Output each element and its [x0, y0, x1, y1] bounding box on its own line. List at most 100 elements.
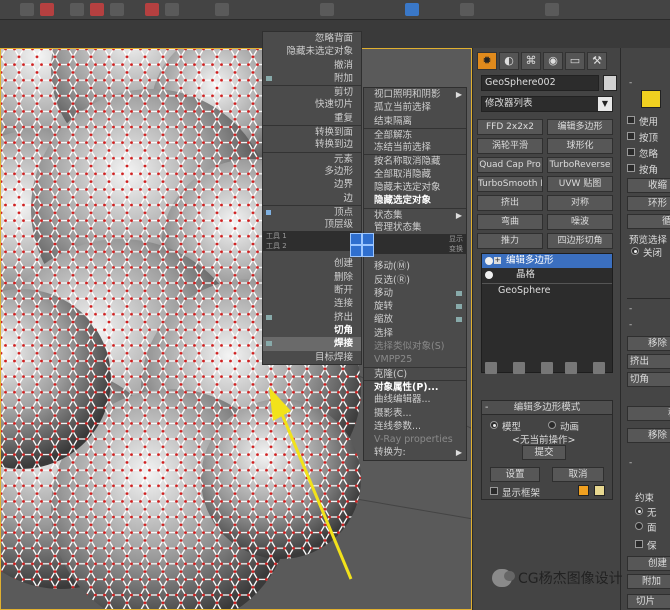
- option-box-icon[interactable]: [456, 317, 462, 323]
- quad-menu-item[interactable]: 曲线编辑器...: [364, 393, 466, 406]
- quad-menu-item[interactable]: 撤消: [263, 59, 361, 72]
- cancel-button[interactable]: 取消: [552, 467, 604, 482]
- slice-plane-button[interactable]: 切片: [627, 594, 670, 609]
- option-box-icon[interactable]: [456, 304, 462, 310]
- option-box-icon[interactable]: [266, 341, 272, 347]
- modifier-button[interactable]: 弯曲: [477, 214, 543, 230]
- vertex-mode-icon[interactable]: [641, 90, 661, 108]
- quad-menu-item[interactable]: 断开: [263, 284, 361, 297]
- create-button[interactable]: 创建: [627, 556, 670, 571]
- collapse-minus-icon[interactable]: -: [629, 458, 632, 468]
- chamfer-button[interactable]: 切角: [627, 372, 670, 387]
- by-vertex-checkbox[interactable]: [627, 132, 635, 140]
- hierarchy-tab-icon[interactable]: ⌘: [521, 52, 541, 70]
- shrink-button[interactable]: 收缩: [627, 178, 670, 193]
- reference-tool-icon[interactable]: [110, 3, 124, 16]
- quad-menu-item[interactable]: 重复: [263, 112, 361, 125]
- rollout-title[interactable]: - 编辑多边形模式: [482, 401, 612, 415]
- create-tab-icon[interactable]: ✹: [477, 52, 497, 70]
- attach-button[interactable]: 附加: [627, 574, 670, 589]
- loop-button[interactable]: 循: [627, 214, 670, 229]
- rotate-tool-icon[interactable]: [70, 3, 84, 16]
- quad-menu-item[interactable]: 多边形: [263, 165, 361, 178]
- configure-sets-icon[interactable]: [593, 362, 605, 374]
- by-angle-checkbox[interactable]: [627, 164, 635, 172]
- quad-menu-item[interactable]: 全部取消隐藏: [364, 168, 466, 181]
- modifier-button[interactable]: 涡轮平滑: [477, 138, 543, 154]
- quad-menu-item[interactable]: 旋转: [364, 300, 466, 313]
- quad-menu-item[interactable]: 创建: [263, 257, 361, 270]
- modifier-button[interactable]: FFD 2x2x2: [477, 119, 543, 135]
- quad-menu-item[interactable]: 选择: [364, 327, 466, 340]
- modifier-button[interactable]: Quad Cap Pro: [477, 157, 543, 173]
- extrude-button[interactable]: 挤出: [627, 354, 670, 369]
- quad-menu-item[interactable]: VMPP25: [364, 353, 466, 366]
- quad-menu-item[interactable]: 结束隔离: [364, 115, 466, 128]
- option-box-icon[interactable]: [456, 290, 462, 296]
- model-radio[interactable]: [490, 421, 498, 429]
- quad-menu-item[interactable]: 顶点: [263, 204, 361, 218]
- ignore-backfacing-checkbox[interactable]: [627, 148, 635, 156]
- material-editor-icon[interactable]: [460, 3, 474, 16]
- modifier-button[interactable]: 四边形切角: [547, 233, 613, 249]
- pin-stack-icon[interactable]: [485, 362, 497, 374]
- selected-cage-color-swatch[interactable]: [594, 485, 605, 496]
- modifier-button[interactable]: 编辑多边形: [547, 119, 613, 135]
- quad-menu-item[interactable]: 切角: [263, 324, 361, 337]
- quad-menu-item[interactable]: 边界: [263, 178, 361, 191]
- commit-button[interactable]: 提交: [522, 445, 566, 460]
- mirror-icon[interactable]: [320, 3, 334, 16]
- show-end-result-icon[interactable]: [513, 362, 525, 374]
- animate-radio[interactable]: [548, 421, 556, 429]
- show-cage-checkbox[interactable]: [490, 487, 498, 495]
- quad-menu-item[interactable]: 全部解冻: [364, 127, 466, 141]
- quad-menu-item[interactable]: 顶层级: [263, 218, 361, 231]
- modifier-button[interactable]: TurboReverse: [547, 157, 613, 173]
- quad-menu-item[interactable]: 选择类似对象(S): [364, 340, 466, 353]
- quad-menu-item[interactable]: 隐藏未选定对象: [364, 181, 466, 194]
- collapse-minus-icon[interactable]: -: [629, 304, 632, 314]
- motion-tab-icon[interactable]: ◉: [543, 52, 563, 70]
- scale-tool-icon[interactable]: [90, 3, 104, 16]
- modifier-button[interactable]: 挤出: [477, 195, 543, 211]
- snap-tool-icon[interactable]: [145, 3, 159, 16]
- ring-button[interactable]: 环形: [627, 196, 670, 211]
- collapse-minus-icon[interactable]: -: [629, 78, 632, 88]
- quad-menu-item[interactable]: 视口照明和阴影 ▶: [364, 88, 466, 101]
- constraint-face-radio[interactable]: [635, 522, 643, 530]
- quad-menu-item[interactable]: 按名称取消隐藏: [364, 154, 466, 167]
- cage-color-swatch[interactable]: [578, 485, 589, 496]
- quad-menu-item[interactable]: 连接: [263, 297, 361, 310]
- remove-isolated-button[interactable]: 移除: [627, 428, 670, 443]
- utilities-tab-icon[interactable]: ⚒: [587, 52, 607, 70]
- option-box-icon[interactable]: [266, 75, 272, 81]
- quad-menu-item[interactable]: 连线参数...: [364, 420, 466, 433]
- quad-menu-item[interactable]: 孤立当前选择: [364, 101, 466, 114]
- preview-off-radio[interactable]: [631, 247, 639, 255]
- remove-button[interactable]: 移除: [627, 336, 670, 351]
- preserve-uvs-checkbox[interactable]: [635, 540, 643, 548]
- quad-menu-item[interactable]: V-Ray properties: [364, 433, 466, 446]
- selection-set-icon[interactable]: [215, 3, 229, 16]
- quad-menu-item[interactable]: 转换到边: [263, 138, 361, 151]
- move-button[interactable]: 移: [627, 406, 670, 421]
- collapse-minus-icon[interactable]: -: [485, 401, 488, 415]
- quad-menu-item[interactable]: 隐藏未选定对象: [263, 45, 361, 58]
- quad-menu-item[interactable]: 转换为: ▶: [364, 446, 466, 459]
- quad-menu-item[interactable]: 反选(Ⓡ): [364, 274, 466, 287]
- constraint-none-radio[interactable]: [635, 507, 643, 515]
- stack-item-geosphere[interactable]: GeoSphere: [482, 283, 612, 297]
- quad-menu-item[interactable]: 边: [263, 192, 361, 205]
- modify-tab-icon[interactable]: ◐: [499, 52, 519, 70]
- modifier-list-dropdown[interactable]: 修改器列表 ▼: [481, 96, 613, 112]
- quad-menu-item[interactable]: 摄影表...: [364, 407, 466, 420]
- quad-menu-item[interactable]: 隐藏选定对象: [364, 194, 466, 207]
- stack-item-lattice[interactable]: 晶格: [482, 268, 612, 282]
- select-tool-icon[interactable]: [20, 3, 34, 16]
- quad-menu-item[interactable]: 对象属性(P)...: [364, 379, 466, 393]
- quad-menu-item[interactable]: 目标焊接: [263, 351, 361, 364]
- option-box-icon[interactable]: [266, 314, 272, 320]
- chevron-down-icon[interactable]: ▼: [598, 97, 612, 111]
- lightbulb-icon[interactable]: [485, 257, 493, 265]
- modifier-button[interactable]: TurboSmooth Pro: [477, 176, 543, 192]
